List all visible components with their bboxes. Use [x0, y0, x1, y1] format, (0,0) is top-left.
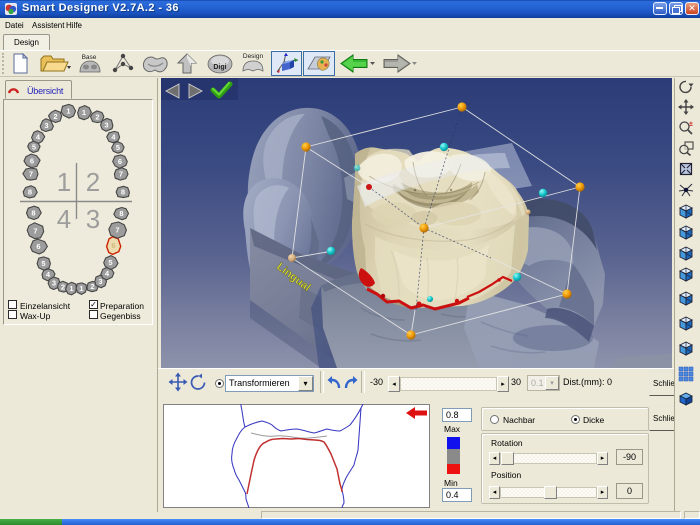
svg-text:3: 3 — [52, 279, 56, 288]
svg-text:2: 2 — [53, 112, 57, 121]
svg-text:7: 7 — [33, 227, 37, 236]
svg-text:7: 7 — [29, 170, 33, 179]
svg-text:3: 3 — [104, 121, 108, 130]
svg-text:2: 2 — [95, 113, 99, 122]
svg-text:1: 1 — [79, 284, 83, 293]
svg-text:1: 1 — [57, 167, 71, 197]
svg-text:6: 6 — [30, 157, 34, 166]
svg-text:2: 2 — [61, 283, 65, 292]
svg-text:8: 8 — [31, 209, 35, 218]
svg-text:3: 3 — [98, 277, 102, 286]
svg-text:8: 8 — [28, 188, 32, 197]
svg-text:Base: Base — [82, 54, 97, 61]
svg-text:5: 5 — [41, 259, 45, 268]
svg-text:8: 8 — [119, 209, 123, 218]
svg-text:6: 6 — [118, 157, 122, 166]
svg-text:7: 7 — [119, 170, 123, 179]
svg-text:6: 6 — [36, 242, 40, 251]
svg-text:Design: Design — [243, 53, 264, 60]
svg-text:3: 3 — [86, 204, 100, 234]
svg-text:3: 3 — [44, 121, 48, 130]
svg-text:5: 5 — [116, 143, 120, 152]
svg-text:1: 1 — [69, 284, 73, 293]
svg-text:2: 2 — [90, 282, 94, 291]
svg-text:1: 1 — [82, 108, 86, 117]
svg-text:7: 7 — [115, 226, 119, 235]
svg-text:1: 1 — [66, 107, 70, 116]
svg-text:4: 4 — [57, 204, 71, 234]
svg-text:6: 6 — [111, 241, 115, 250]
svg-text:±: ± — [689, 121, 693, 128]
svg-text:8: 8 — [121, 188, 125, 197]
svg-text:5: 5 — [108, 258, 112, 267]
svg-text:5: 5 — [32, 143, 36, 152]
svg-text:2: 2 — [86, 167, 100, 197]
svg-text:Digi: Digi — [213, 64, 226, 71]
